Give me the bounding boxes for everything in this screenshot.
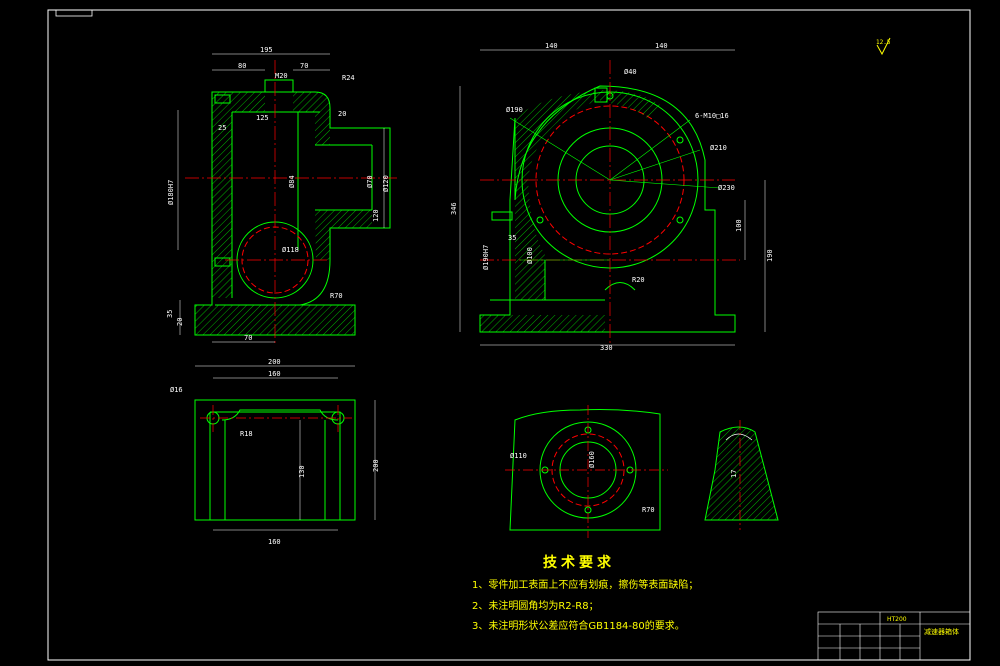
dim-m20: M20 [275,72,288,80]
dim-70-base: 70 [244,334,252,342]
dim-195: 195 [260,46,273,54]
title-block-name: 减速器箱体 [924,628,959,636]
dim-70: 70 [300,62,308,70]
dim-20-base: 20 [176,318,184,326]
roughness-symbol: 12.5 [876,37,891,56]
dim-20: 20 [338,110,346,118]
dim-140-right: 140 [655,42,668,50]
dim-160: 160 [268,370,281,378]
cad-drawing: 12.5 195 80 70 M20 R24 125 20 25 Ø180H7 … [47,9,971,661]
dim-330: 330 [600,344,613,352]
dim-190: 190 [766,249,774,262]
dim-140-left: 140 [545,42,558,50]
dim-d120: Ø120 [382,175,390,192]
dim-d70: Ø70 [366,175,374,188]
dim-r70-detail: R70 [642,506,655,514]
dim-100: 100 [735,219,743,232]
requirement-item: 2、未注明圆角均为R2-R8； [472,601,599,612]
requirement-item: 3、未注明形状公差应符合GB1184-80的要求。 [472,621,685,632]
dim-120: 120 [372,209,380,222]
dim-d180h7: Ø180H7 [167,180,175,205]
dim-d190: Ø190 [506,106,523,114]
roughness-value: 12.5 [876,39,891,46]
dim-160-bottom: 160 [268,538,281,546]
requirements-title: 技术要求 [543,555,615,571]
dim-d230: Ø230 [718,184,735,192]
dim-130: 130 [298,465,306,478]
dim-r24: R24 [342,74,355,82]
dim-25: 25 [218,124,226,132]
dim-r18: R18 [240,430,253,438]
dim-d40: Ø40 [624,68,637,76]
dim-6m10: 6-M10□16 [695,112,729,120]
dim-d16: Ø16 [170,386,183,394]
side-hatching [480,90,660,332]
dim-200-v: 200 [372,459,380,472]
dim-80: 80 [238,62,246,70]
front-dimlines [177,53,385,343]
dim-r70: R70 [330,292,343,300]
dim-d84: Ø84 [288,175,296,188]
dim-125: 125 [256,114,269,122]
dim-35: 35 [166,310,174,318]
title-block-material: HT200 [887,616,907,623]
top-dimlines [195,365,376,531]
dim-35-side: 35 [508,234,516,242]
dim-200: 200 [268,358,281,366]
dim-d118: Ø118 [282,246,299,254]
dim-346: 346 [450,202,458,215]
dim-17: 17 [730,470,738,478]
dim-d210: Ø210 [710,144,727,152]
dim-d190h7: Ø190H7 [482,245,490,270]
dim-r20: R20 [632,276,645,284]
view-rib-section [704,420,779,530]
dim-d110: Ø110 [510,452,527,460]
dim-d100: Ø100 [526,247,534,264]
dim-d160: Ø160 [588,451,596,468]
requirement-item: 1、零件加工表面上不应有划痕，擦伤等表面缺陷； [472,580,699,591]
